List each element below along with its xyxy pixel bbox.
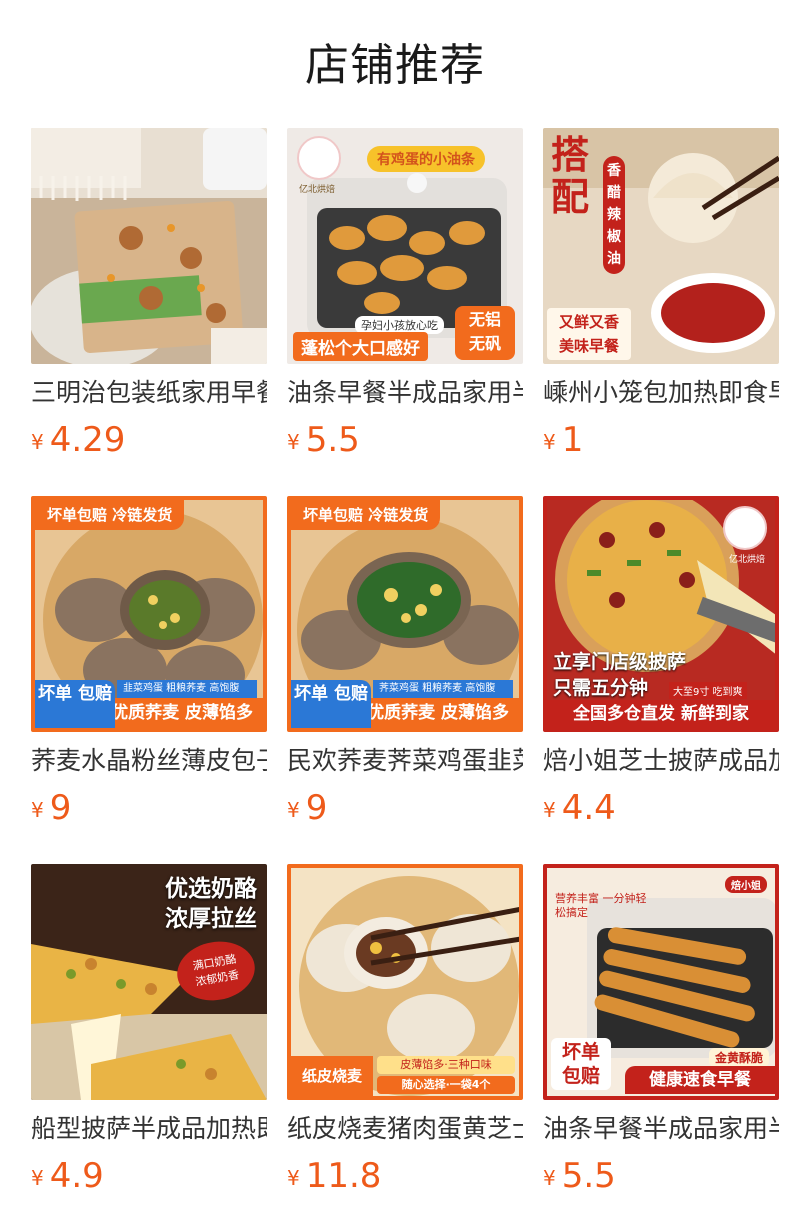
headline-line: 优选奶酪 (165, 876, 257, 902)
store-recommendation-page: 店铺推荐 三明治包装纸家用早餐 ¥ 4.29 亿北烘焙 有鸡蛋的小油条 孕妇小孩… (0, 0, 790, 1232)
brand-logo-label: 焙小姐 (725, 876, 767, 893)
image-side-tag: 香醋辣椒油 (603, 156, 625, 274)
sandwich-paper-photo (31, 128, 267, 364)
price-value: 5.5 (305, 420, 360, 460)
image-bottom-banner: 健康速食早餐 (625, 1066, 775, 1094)
price-value: 9 (49, 788, 72, 828)
guarantee-badge: 坏单 包赔 (551, 1038, 611, 1090)
image-headline: 优选奶酪 浓厚拉丝 (165, 874, 257, 934)
product-name[interactable]: 油条早餐半成品家用半成品 (287, 376, 523, 410)
currency-symbol: ¥ (287, 1166, 300, 1190)
page-title: 店铺推荐 (305, 40, 485, 91)
product-price: ¥5.5 (543, 1154, 779, 1198)
image-caption: 立享门店级披萨 (553, 651, 687, 673)
image-strip: 随心选择·一袋4个 (377, 1076, 515, 1094)
product-price: ¥4.9 (31, 1154, 267, 1198)
product-price: ¥11.8 (287, 1154, 523, 1198)
product-card[interactable]: 搭配 香醋辣椒油 又鲜又香 美味早餐 嵊州小笼包加热即食早餐 ¥1 (543, 128, 779, 496)
price-value: 5.5 (561, 1156, 616, 1196)
product-image[interactable]: 纸皮烧麦 皮薄馅多·三种口味 随心选择·一袋4个 (287, 864, 523, 1100)
product-name[interactable]: 民欢荞麦荠菜鸡蛋韭菜包 (287, 744, 523, 778)
product-name[interactable]: 油条早餐半成品家用半成品 (543, 1112, 779, 1146)
image-strip: 荠菜鸡蛋 粗粮荞麦 高饱腹 (373, 680, 513, 698)
product-image[interactable]: 焙小姐 营养丰富 一分钟轻松搞定 坏单 包赔 金黄酥脆 健康速食早餐 (543, 864, 779, 1100)
guarantee-badge: 坏单 包赔 (35, 680, 115, 728)
product-image[interactable]: 亿北烘焙 立享门店级披萨 只需五分钟 大至9寸 吃到爽 全国多仓直发 新鲜到家 (543, 496, 779, 732)
product-name[interactable]: 船型披萨半成品加热即食 (31, 1112, 267, 1146)
product-price: ¥1 (543, 418, 779, 462)
price-value: 1 (561, 420, 584, 460)
image-caption: 只需五分钟 (553, 677, 649, 699)
product-card[interactable]: 纸皮烧麦 皮薄馅多·三种口味 随心选择·一袋4个 纸皮烧麦猪肉蛋黄芝士 ¥11.… (287, 864, 523, 1232)
currency-symbol: ¥ (287, 798, 300, 822)
product-image[interactable]: 坏单包赔 冷链发货 优质荞麦 皮薄馅多 韭菜鸡蛋 粗粮荞麦 高饱腹 坏单 包赔 (31, 496, 267, 732)
currency-symbol: ¥ (31, 1166, 44, 1190)
currency-symbol: ¥ (543, 1166, 556, 1190)
image-banner: 有鸡蛋的小油条 (367, 146, 485, 172)
image-banner: 坏单包赔 冷链发货 (35, 500, 185, 530)
image-caption: 蓬松个大口感好 (293, 332, 428, 361)
currency-symbol: ¥ (543, 430, 556, 454)
price-value: 4.4 (561, 788, 616, 828)
image-caption: 营养丰富 一分钟轻松搞定 (555, 892, 647, 919)
headline-line: 浓厚拉丝 (165, 906, 257, 932)
product-price: ¥5.5 (287, 418, 523, 462)
product-card[interactable]: 三明治包装纸家用早餐 ¥4.29 (31, 128, 267, 496)
price-value: 4.29 (49, 420, 126, 460)
image-small-tag: 金黄酥脆 (708, 1048, 769, 1067)
product-price: ¥9 (31, 786, 267, 830)
image-caption: 又鲜又香 美味早餐 (547, 308, 631, 360)
product-name[interactable]: 荞麦水晶粉丝薄皮包子 (31, 744, 267, 778)
image-strip: 韭菜鸡蛋 粗粮荞麦 高饱腹 (117, 680, 257, 698)
guarantee-badge: 坏单 包赔 (291, 680, 371, 728)
price-value: 9 (305, 788, 328, 828)
price-value: 11.8 (305, 1156, 382, 1196)
image-headline: 搭配 (551, 133, 590, 219)
product-image[interactable] (31, 128, 267, 364)
currency-symbol: ¥ (31, 798, 44, 822)
product-card[interactable]: 亿北烘焙 有鸡蛋的小油条 孕妇小孩放心吃 蓬松个大口感好 无铝 无矾 油条早餐半… (287, 128, 523, 496)
image-bottom-banner: 全国多仓直发 新鲜到家 (547, 700, 775, 728)
brand-logo-label: 亿北烘焙 (728, 555, 765, 565)
product-card[interactable]: 优选奶酪 浓厚拉丝 满口奶酪 浓郁奶香 船型披萨半成品加热即食 ¥4.9 (31, 864, 267, 1232)
brand-logo-icon (723, 506, 767, 550)
product-card[interactable]: 亿北烘焙 立享门店级披萨 只需五分钟 大至9寸 吃到爽 全国多仓直发 新鲜到家 … (543, 496, 779, 864)
brand-logo-icon (297, 136, 341, 180)
product-name[interactable]: 三明治包装纸家用早餐 (31, 376, 267, 410)
product-image[interactable]: 亿北烘焙 有鸡蛋的小油条 孕妇小孩放心吃 蓬松个大口感好 无铝 无矾 (287, 128, 523, 364)
badge-line: 无铝 (468, 310, 501, 329)
currency-symbol: ¥ (543, 798, 556, 822)
product-card[interactable]: 坏单包赔 冷链发货 优质荞麦 皮薄馅多 荠菜鸡蛋 粗粮荞麦 高饱腹 坏单 包赔 … (287, 496, 523, 864)
brand-logo-label: 亿北烘焙 (299, 185, 336, 195)
product-image[interactable]: 坏单包赔 冷链发货 优质荞麦 皮薄馅多 荠菜鸡蛋 粗粮荞麦 高饱腹 坏单 包赔 (287, 496, 523, 732)
product-image[interactable]: 优选奶酪 浓厚拉丝 满口奶酪 浓郁奶香 (31, 864, 267, 1100)
image-banner: 坏单包赔 冷链发货 (291, 500, 441, 530)
product-name[interactable]: 嵊州小笼包加热即食早餐 (543, 376, 779, 410)
product-name[interactable]: 纸皮烧麦猪肉蛋黄芝士 (287, 1112, 523, 1146)
currency-symbol: ¥ (31, 430, 44, 454)
price-value: 4.9 (49, 1156, 104, 1196)
badge-line: 无矾 (468, 334, 501, 353)
no-alum-badge: 无铝 无矾 (455, 306, 515, 360)
image-small-tag: 大至9寸 吃到爽 (669, 682, 747, 699)
product-name[interactable]: 焙小姐芝士披萨成品加热 (543, 744, 779, 778)
image-caption: 纸皮烧麦 (291, 1056, 373, 1096)
currency-symbol: ¥ (287, 430, 300, 454)
product-price: ¥4.4 (543, 786, 779, 830)
product-price: ¥4.29 (31, 418, 267, 462)
product-price: ¥9 (287, 786, 523, 830)
product-image[interactable]: 搭配 香醋辣椒油 又鲜又香 美味早餐 (543, 128, 779, 364)
product-card[interactable]: 焙小姐 营养丰富 一分钟轻松搞定 坏单 包赔 金黄酥脆 健康速食早餐 油条早餐半… (543, 864, 779, 1232)
image-strip: 皮薄馅多·三种口味 (377, 1056, 515, 1074)
product-card[interactable]: 坏单包赔 冷链发货 优质荞麦 皮薄馅多 韭菜鸡蛋 粗粮荞麦 高饱腹 坏单 包赔 … (31, 496, 267, 864)
product-grid: 三明治包装纸家用早餐 ¥4.29 亿北烘焙 有鸡蛋的小油条 孕妇小孩放心吃 蓬松… (31, 128, 780, 1232)
